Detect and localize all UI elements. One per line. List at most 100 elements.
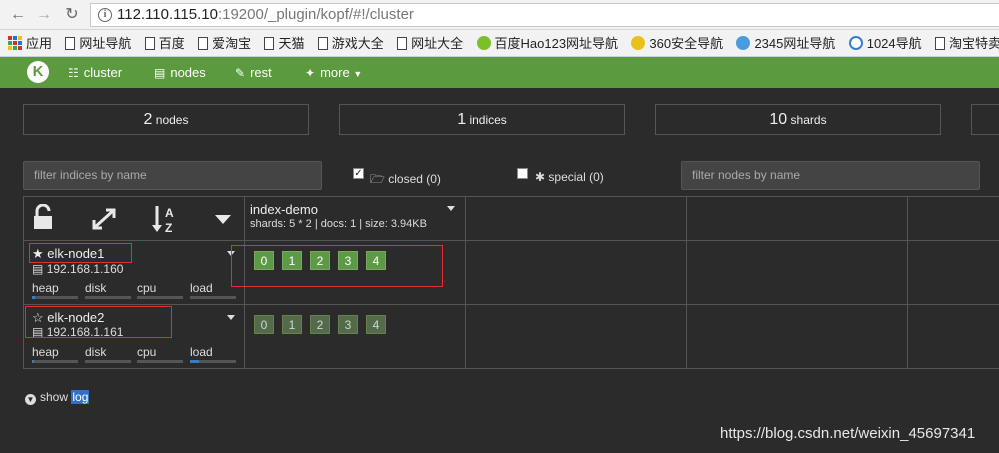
wand-icon: ✦ (305, 66, 316, 80)
stat-shards: 10 shards (655, 104, 941, 135)
bookmark-item[interactable]: 百度Hao123网址导航 (476, 30, 618, 56)
1024-icon (848, 36, 863, 51)
edit-icon: ✎ (235, 66, 246, 80)
nav-more[interactable]: ✦ more ▼ (305, 57, 362, 88)
shard-replica[interactable]: 0 (254, 315, 274, 334)
special-checkbox[interactable] (517, 168, 528, 179)
back-arrow-icon[interactable]: ← (8, 5, 28, 25)
reload-icon[interactable]: ↻ (62, 5, 82, 25)
bookmark-item[interactable]: 360安全导航 (631, 30, 723, 56)
unlock-icon[interactable] (32, 203, 54, 233)
metric-heap-label: heap (32, 281, 59, 295)
app-navbar: K ☷ cluster ▤ nodes ✎ rest ✦ more ▼ (0, 57, 999, 88)
asterisk-icon: ✱ (535, 170, 546, 184)
grid-divider (23, 240, 999, 241)
bookmarks-bar: 应用 网址导航 百度 爱淘宝 天猫 游戏大全 网址大全 百度Hao123网址导航… (0, 30, 999, 57)
metric-disk-label: disk (85, 345, 107, 359)
bookmark-item[interactable]: 游戏大全 (317, 30, 384, 56)
highlight-box (29, 243, 132, 263)
2345-icon (736, 36, 751, 51)
bookmark-item[interactable]: 2345网址导航 (736, 30, 835, 56)
node-menu-caret-icon[interactable] (227, 315, 235, 320)
highlight-box (231, 245, 443, 287)
metric-load-label: load (190, 345, 213, 359)
closed-checkbox[interactable]: ✓ (353, 168, 364, 179)
bookmark-item[interactable]: 天猫 (264, 30, 304, 56)
special-label: ✱ special (0) (535, 170, 604, 184)
index-meta: shards: 5 * 2 | docs: 1 | size: 3.94KB (250, 218, 427, 230)
load-bar (190, 296, 236, 299)
chevron-down-icon: ▼ (353, 69, 363, 79)
highlight-box (25, 306, 172, 338)
server-icon: ▤ (154, 66, 166, 80)
grid-divider (465, 196, 466, 369)
site-info-icon[interactable]: i (98, 8, 112, 22)
metric-cpu-label: cpu (137, 345, 157, 359)
stat-nodes: 2 nodes (23, 104, 309, 135)
page-icon (934, 36, 945, 50)
hao123-icon (476, 36, 491, 51)
grid-divider (686, 196, 687, 369)
nav-cluster[interactable]: ☷ cluster (68, 57, 122, 88)
filter-nodes-input[interactable]: filter nodes by name (681, 161, 980, 190)
expand-icon[interactable] (91, 207, 117, 234)
sort-alpha-icon[interactable]: AZ (151, 204, 179, 237)
node-ip: ▤ 192.168.1.160 (32, 262, 124, 276)
closed-label: 🗁 closed (0) (370, 172, 441, 186)
show-log-toggle[interactable]: ▼ show log (25, 390, 90, 405)
shard-replica[interactable]: 4 (366, 315, 386, 334)
metric-disk-label: disk (85, 281, 107, 295)
metric-load-label: load (190, 281, 213, 295)
address-bar[interactable]: i 112.110.115.10:19200/_plugin/kopf/#!/c… (90, 3, 999, 27)
url-path: :19200/_plugin/kopf/#!/cluster (217, 6, 414, 23)
cpu-bar (137, 360, 183, 363)
heap-bar (32, 296, 78, 299)
bookmark-item[interactable]: 1024导航 (848, 30, 922, 56)
bookmark-item[interactable]: 网址大全 (397, 30, 463, 56)
url-host: 112.110.115.10 (117, 6, 218, 23)
folder-icon: 🗁 (370, 172, 385, 186)
shard-replica[interactable]: 2 (310, 315, 330, 334)
grid-divider (23, 304, 999, 305)
bookmark-item[interactable]: 淘宝特卖 (934, 30, 999, 56)
watermark: https://blog.csdn.net/weixin_45697341 (720, 425, 976, 442)
grid-divider (907, 196, 908, 369)
index-menu-caret-icon[interactable] (447, 206, 455, 211)
shard-replica[interactable]: 3 (338, 315, 358, 334)
page-icon (198, 36, 209, 50)
bookmark-item[interactable]: 爱淘宝 (198, 30, 251, 56)
stat-indices: 1 indices (339, 104, 625, 135)
metric-cpu-label: cpu (137, 281, 157, 295)
stat-extra (971, 104, 999, 135)
filter-indices-input[interactable]: filter indices by name (23, 161, 322, 190)
sitemap-icon: ☷ (68, 66, 79, 80)
dropdown-caret-icon[interactable] (215, 214, 231, 228)
nav-nodes[interactable]: ▤ nodes (154, 57, 206, 88)
page-icon (397, 36, 408, 50)
chevron-circle-down-icon: ▼ (25, 394, 36, 405)
page-icon (65, 36, 76, 50)
cpu-bar (137, 296, 183, 299)
bookmark-item[interactable]: 网址导航 (65, 30, 131, 56)
svg-text:Z: Z (165, 221, 172, 234)
shard-replica[interactable]: 1 (282, 315, 302, 334)
hdd-icon: ▤ (32, 262, 44, 276)
apps-grid-icon (8, 36, 22, 51)
page-icon (264, 36, 275, 50)
bookmark-apps[interactable]: 应用 (0, 30, 52, 56)
svg-text:A: A (165, 206, 174, 220)
page-icon (317, 36, 328, 50)
kopf-logo[interactable]: K (27, 61, 49, 83)
nav-rest[interactable]: ✎ rest (235, 57, 272, 88)
disk-bar (85, 360, 131, 363)
bookmark-item[interactable]: 百度 (144, 30, 185, 56)
browser-toolbar: ← → ↻ i 112.110.115.10:19200/_plugin/kop… (0, 0, 999, 30)
metric-heap-label: heap (32, 345, 59, 359)
page-icon (144, 36, 155, 50)
360-icon (631, 36, 646, 51)
load-bar (190, 360, 236, 363)
forward-arrow-icon[interactable]: → (34, 5, 54, 25)
disk-bar (85, 296, 131, 299)
index-name[interactable]: index-demo (250, 202, 318, 217)
heap-bar (32, 360, 78, 363)
